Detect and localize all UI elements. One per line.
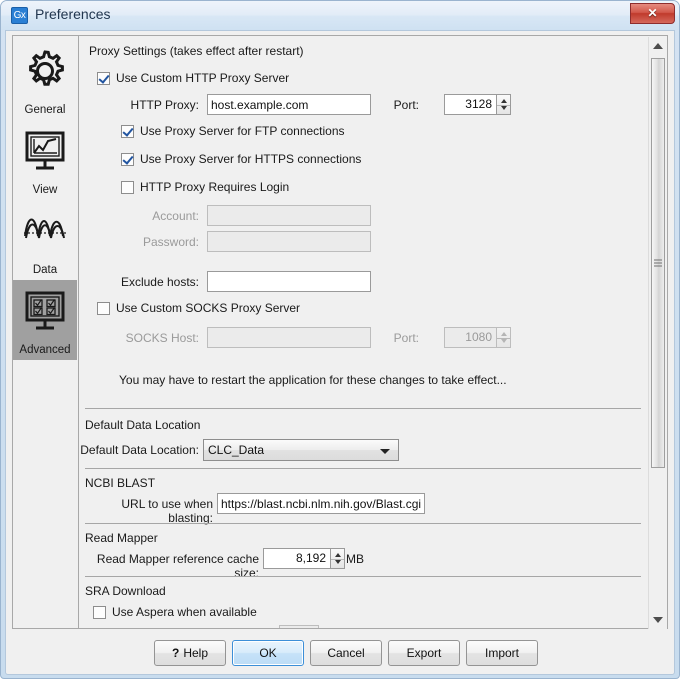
app-icon: Gx: [11, 7, 28, 24]
advanced-settings-content: Proxy Settings (takes effect after resta…: [79, 36, 649, 628]
socks-port-label: Port:: [393, 331, 419, 345]
dialog-button-bar: ? Help OK Cancel Export Import: [6, 632, 674, 674]
preferences-window: Gx Preferences ✕ General View Data Advan…: [0, 0, 680, 679]
use-custom-socks-proxy-checkbox[interactable]: [97, 302, 110, 315]
import-button[interactable]: Import: [466, 640, 538, 666]
section-divider: [85, 468, 641, 469]
triangle-down-icon: [653, 617, 663, 623]
sidebar-item-label: General: [24, 104, 66, 116]
http-proxy-label: HTTP Proxy:: [130, 98, 199, 112]
default-data-location-title: Default Data Location: [85, 418, 201, 432]
limit-aspera-input[interactable]: [279, 625, 319, 628]
account-input[interactable]: [207, 205, 371, 226]
account-label: Account:: [152, 209, 199, 223]
use-custom-socks-proxy-label[interactable]: Use Custom SOCKS Proxy Server: [116, 301, 300, 315]
help-button-label: Help: [183, 646, 209, 660]
section-divider: [85, 408, 641, 409]
http-port-value[interactable]: 3128: [444, 94, 496, 115]
sidebar-item-label: Advanced: [19, 344, 71, 356]
proxy-ftp-label[interactable]: Use Proxy Server for FTP connections: [140, 124, 345, 138]
http-port-stepper[interactable]: [496, 94, 511, 115]
preferences-sidebar: General View Data Advanced: [12, 35, 78, 629]
socks-port-stepper[interactable]: [496, 327, 511, 348]
password-input[interactable]: [207, 231, 371, 252]
cancel-button[interactable]: Cancel: [310, 640, 382, 666]
proxy-requires-login-checkbox[interactable]: [121, 181, 134, 194]
sra-download-title: SRA Download: [85, 584, 166, 598]
proxy-https-checkbox[interactable]: [121, 153, 134, 166]
use-aspera-checkbox[interactable]: [93, 606, 106, 619]
proxy-settings-title: Proxy Settings (takes effect after resta…: [89, 44, 304, 58]
password-label: Password:: [142, 235, 199, 249]
section-divider: [85, 576, 641, 577]
stepper-down-icon[interactable]: [500, 106, 507, 110]
default-data-location-label: Default Data Location:: [80, 443, 199, 457]
export-button[interactable]: Export: [388, 640, 460, 666]
waves-icon: [20, 206, 70, 259]
read-mapper-cache-stepper[interactable]: [330, 548, 345, 569]
blast-url-input[interactable]: [217, 493, 425, 514]
sidebar-item-label: Data: [32, 264, 58, 276]
socks-port-value[interactable]: 1080: [444, 327, 496, 348]
proxy-requires-login-label[interactable]: HTTP Proxy Requires Login: [140, 180, 289, 194]
scrollbar-grip-icon: [654, 259, 662, 267]
default-data-location-combo[interactable]: CLC_Data: [203, 439, 399, 461]
proxy-https-label[interactable]: Use Proxy Server for HTTPS connections: [140, 152, 361, 166]
scroll-up-button[interactable]: [649, 37, 667, 55]
socks-host-input[interactable]: [207, 327, 371, 348]
read-mapper-cache-spinner[interactable]: 8,192: [263, 548, 345, 569]
chevron-down-icon[interactable]: [380, 449, 390, 454]
socks-port-spinner[interactable]: 1080: [444, 327, 511, 348]
stepper-up-icon[interactable]: [500, 332, 507, 336]
restart-note: You may have to restart the application …: [119, 373, 507, 387]
read-mapper-title: Read Mapper: [85, 531, 158, 545]
ncbi-blast-title: NCBI BLAST: [85, 476, 156, 490]
monitor-checkboxes-icon: [20, 286, 70, 339]
exclude-hosts-input[interactable]: [207, 271, 371, 292]
sidebar-item-general[interactable]: General: [13, 40, 77, 120]
dialog-body: General View Data Advanced Proxy Setting…: [5, 30, 675, 675]
stepper-down-icon[interactable]: [334, 560, 341, 564]
scroll-down-button[interactable]: [649, 611, 667, 629]
close-icon: ✕: [647, 6, 658, 20]
window-title: Preferences: [35, 6, 111, 22]
section-divider: [85, 523, 641, 524]
read-mapper-cache-unit: MB: [346, 552, 364, 566]
triangle-up-icon: [653, 43, 663, 49]
use-custom-http-proxy-checkbox[interactable]: [97, 72, 110, 85]
stepper-up-icon[interactable]: [500, 99, 507, 103]
sidebar-item-data[interactable]: Data: [13, 200, 77, 280]
http-port-spinner[interactable]: 3128: [444, 94, 511, 115]
question-mark-icon: ?: [171, 646, 180, 660]
scrollbar-thumb[interactable]: [651, 58, 665, 468]
proxy-ftp-checkbox[interactable]: [121, 125, 134, 138]
sidebar-item-advanced[interactable]: Advanced: [13, 280, 77, 360]
blast-url-label: URL to use when blasting:: [121, 497, 213, 525]
read-mapper-cache-value[interactable]: 8,192: [263, 548, 330, 569]
sidebar-item-label: View: [32, 184, 58, 196]
port-label: Port:: [393, 98, 419, 112]
advanced-settings-panel: Proxy Settings (takes effect after resta…: [78, 35, 668, 629]
use-aspera-label[interactable]: Use Aspera when available: [112, 605, 257, 619]
default-data-location-value: CLC_Data: [208, 443, 265, 457]
ok-button[interactable]: OK: [232, 640, 304, 666]
socks-host-label: SOCKS Host:: [125, 331, 199, 345]
monitor-chart-icon: [20, 126, 70, 179]
http-proxy-input[interactable]: [207, 94, 371, 115]
stepper-up-icon[interactable]: [334, 553, 341, 557]
help-button[interactable]: ? Help: [154, 640, 226, 666]
exclude-hosts-label: Exclude hosts:: [120, 275, 199, 289]
gear-icon: [20, 46, 70, 99]
vertical-scrollbar[interactable]: [648, 37, 667, 629]
close-button[interactable]: ✕: [630, 3, 675, 24]
title-bar[interactable]: Gx Preferences ✕: [1, 1, 679, 30]
sidebar-item-view[interactable]: View: [13, 120, 77, 200]
stepper-down-icon[interactable]: [500, 339, 507, 343]
use-custom-http-proxy-label[interactable]: Use Custom HTTP Proxy Server: [116, 71, 289, 85]
